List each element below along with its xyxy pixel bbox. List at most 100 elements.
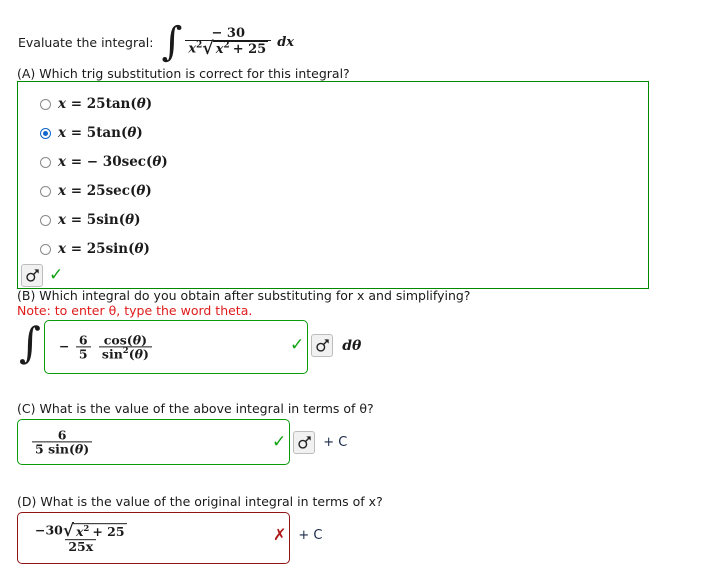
partB-num-arg: θ <box>132 332 142 348</box>
prompt-integral-expression: ∫ − 30 x 2 √ x2 + 25 dx <box>161 22 294 62</box>
partB-integral-sign: ∫ <box>19 318 41 367</box>
choice-fn: sin <box>105 241 129 257</box>
choice-lhs: x <box>58 183 67 199</box>
radio-5tan[interactable] <box>40 127 51 139</box>
partB-note: Note: to enter θ, type the word theta. <box>17 303 253 318</box>
prompt-differential: dx <box>277 34 295 50</box>
choice-coef: 5 <box>86 212 97 228</box>
partB-num-fn: cos <box>103 332 127 348</box>
choice-label-25sec: x = 25sec(θ) <box>58 183 152 199</box>
choice-label-5tan: x = 5tan(θ) <box>58 125 143 141</box>
partD-radicand: x2 + 25 <box>72 523 127 540</box>
partC-den-fn: sin <box>48 441 69 457</box>
choice-row-25sec[interactable]: x = 25sec(θ) <box>40 182 152 200</box>
prompt-sqrt: √ x2 + 25 <box>202 40 269 58</box>
prompt-denominator: x 2 √ x2 + 25 <box>185 40 272 58</box>
choice-fn: sin <box>96 212 119 228</box>
partD-answer-expression: −30 √ x2 + 25 25x <box>30 522 132 554</box>
mars-symbol-icon[interactable] <box>311 334 334 357</box>
choice-coef: 30 <box>102 154 122 170</box>
partD-numerator: −30 √ x2 + 25 <box>32 522 130 540</box>
partD-den-value: 25x <box>68 538 94 554</box>
choice-fn: sec <box>105 183 130 199</box>
partD-denominator: 25x <box>65 538 97 554</box>
partB-trig-fraction: cos(θ) sin2(θ) <box>98 332 152 362</box>
choice-label-5sin: x = 5sin(θ) <box>58 212 141 228</box>
prompt-den-x: x <box>188 41 197 57</box>
prompt-label: Evaluate the integral: <box>18 34 154 50</box>
choice-lhs: x <box>58 125 67 141</box>
radio-25tan[interactable] <box>40 98 51 110</box>
radio-n30sec[interactable] <box>40 156 51 168</box>
partD-num-coef: −30 <box>35 522 63 538</box>
partC-answer-expression: 6 5 sin(θ) <box>30 428 94 457</box>
partD-radicand-rest: + 25 <box>92 524 125 540</box>
choice-label-n30sec: x = − 30sec(θ) <box>58 154 168 170</box>
partB-den-arg: θ <box>134 346 143 362</box>
choice-arg: θ <box>152 154 162 170</box>
partC-answer-box[interactable]: 6 5 sin(θ) <box>17 419 290 465</box>
integral-sign: ∫ <box>161 19 183 65</box>
choice-lhs: x <box>58 212 67 228</box>
choice-row-5sin[interactable]: x = 5sin(θ) <box>40 211 141 229</box>
choice-lhs: x <box>58 154 67 170</box>
partA-status-row: ✓ <box>21 264 63 287</box>
choice-row-5tan[interactable]: x = 5tan(θ) <box>40 124 143 142</box>
partB-answer-expression: − 6 5 cos(θ) sin2(θ) <box>59 332 154 362</box>
radio-25sin[interactable] <box>40 243 51 255</box>
partB-differential: dθ <box>342 337 362 354</box>
partC-status-row: ✓ + C <box>272 431 347 454</box>
prompt-numerator: − 30 <box>211 25 246 41</box>
choice-eq: = <box>70 96 83 112</box>
radio-5sin[interactable] <box>40 214 51 226</box>
choice-row-25sin[interactable]: x = 25sin(θ) <box>40 240 150 258</box>
partA-choices-box: x = 25tan(θ) x = 5tan(θ) x = − 30sec(θ) … <box>17 81 649 289</box>
partC-fraction: 6 5 sin(θ) <box>32 428 93 457</box>
partD-heading: (D) What is the value of the original in… <box>17 494 383 509</box>
choice-lhs: x <box>58 241 67 257</box>
prompt-row: Evaluate the integral: ∫ − 30 x 2 √ x2 + 25 … <box>18 22 294 62</box>
partB-den-fn: sin <box>101 346 123 362</box>
choice-arg: θ <box>136 96 146 112</box>
partB-coef-num: 6 <box>78 332 88 348</box>
partD-plus-c: + C <box>298 527 323 543</box>
partB-coefficient-fraction: 6 5 <box>75 332 91 361</box>
partB-trig-den: sin2(θ) <box>98 346 152 362</box>
mars-symbol-icon[interactable] <box>21 264 43 287</box>
radio-25sec[interactable] <box>40 185 51 197</box>
partC-den-arg: θ <box>74 441 84 457</box>
choice-eq: = <box>70 125 83 141</box>
mars-symbol-icon[interactable] <box>293 431 316 454</box>
choice-arg: θ <box>136 183 146 199</box>
partB-trig-num: cos(θ) <box>103 332 147 348</box>
partD-answer-box[interactable]: −30 √ x2 + 25 25x <box>17 512 290 564</box>
choice-eq: = <box>70 241 83 257</box>
choice-lhs: x <box>58 96 67 112</box>
choice-arg: θ <box>127 125 137 141</box>
partA-correct-icon: ✓ <box>49 265 64 285</box>
choice-label-25tan: x = 25tan(θ) <box>58 96 153 112</box>
partB-status-row: ✓ dθ <box>290 334 361 357</box>
choice-label-25sin: x = 25sin(θ) <box>58 241 150 257</box>
partB-den-exp: 2 <box>122 346 129 357</box>
choice-row-25tan[interactable]: x = 25tan(θ) <box>40 95 152 113</box>
partA-heading: (A) Which trig substitution is correct f… <box>17 66 350 81</box>
choice-arg: θ <box>134 241 144 257</box>
partC-den-coef: 5 <box>35 441 44 457</box>
choice-coef: 25 <box>86 241 106 257</box>
choice-row-n30sec[interactable]: x = − 30sec(θ) <box>40 153 168 171</box>
partB-sign: − <box>59 338 70 354</box>
choice-eq: = <box>70 212 83 228</box>
partC-plus-c: + C <box>323 435 348 450</box>
partB-answer-box[interactable]: − 6 5 cos(θ) sin2(θ) <box>44 320 308 374</box>
partC-denominator: 5 sin(θ) <box>32 441 93 457</box>
partC-heading: (C) What is the value of the above integ… <box>17 401 374 416</box>
choice-fn: sec <box>121 154 147 170</box>
partB-heading: (B) Which integral do you obtain after s… <box>17 288 471 303</box>
choice-eq: = <box>70 154 83 170</box>
prompt-radicand: x2 + 25 <box>212 40 269 57</box>
choice-fn: tan <box>96 125 121 141</box>
prompt-radicand-exponent: 2 <box>223 40 230 51</box>
choice-arg: θ <box>125 212 135 228</box>
choice-coef: 25 <box>86 96 106 112</box>
